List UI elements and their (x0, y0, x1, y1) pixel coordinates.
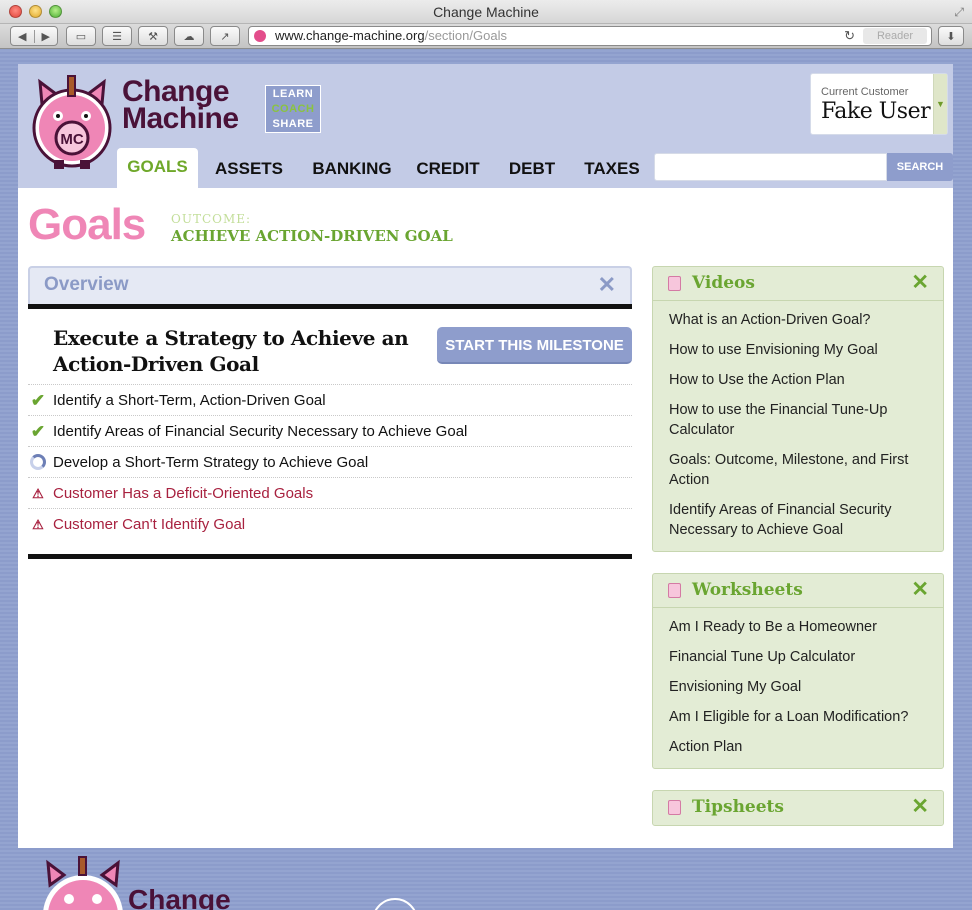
videos-panel: Videos ✕ What is an Action-Driven Goal? … (652, 266, 944, 552)
current-customer-name: Fake User (821, 99, 931, 124)
divider (28, 304, 632, 309)
list-item[interactable]: ✔ Identify Areas of Financial Security N… (28, 415, 632, 446)
tab-goals[interactable]: GOALS (117, 148, 198, 188)
tab-taxes[interactable]: TAXES (579, 148, 645, 188)
video-link[interactable]: How to use Envisioning My Goal (669, 335, 927, 365)
alert-icon: ⚠ (32, 517, 44, 532)
back-forward-buttons[interactable]: ◀ ▶ (10, 26, 58, 46)
milestone-steps: ✔ Identify a Short-Term, Action-Driven G… (28, 384, 632, 539)
tab-assets[interactable]: ASSETS (211, 148, 287, 188)
share-icon[interactable]: ↗ (210, 26, 240, 46)
tag-learn: LEARN (272, 88, 314, 100)
step-label: Identify Areas of Financial Security Nec… (53, 423, 468, 440)
tag-coach: COACH (271, 103, 315, 115)
footer-brand: Change (128, 884, 231, 910)
videos-panel-header: Videos ✕ (653, 267, 943, 301)
worksheet-link[interactable]: Am I Ready to Be a Homeowner (669, 612, 927, 642)
checkmark-icon: ✔ (30, 391, 46, 410)
tag-share: SHARE (272, 118, 314, 130)
close-icon[interactable]: ✕ (911, 577, 929, 602)
checkmark-icon: ✔ (30, 422, 46, 441)
footer-piggy-logo-icon[interactable] (38, 855, 128, 910)
fullscreen-icon[interactable]: ⤢ (954, 5, 964, 20)
list-item[interactable]: ✔ Identify a Short-Term, Action-Driven G… (28, 384, 632, 415)
cloud-icon[interactable]: ☁ (174, 26, 204, 46)
forward-arrow-icon[interactable]: ▶ (33, 29, 58, 43)
page-title: Goals (28, 200, 146, 249)
alert-icon: ⚠ (32, 486, 44, 501)
worksheet-link[interactable]: Action Plan (669, 732, 927, 762)
url-host: www.change-machine.org (275, 28, 425, 43)
close-icon[interactable]: ✕ (911, 794, 929, 819)
worksheets-panel-header: Worksheets ✕ (653, 574, 943, 608)
url-bar[interactable]: www.change-machine.org/section/Goals ↻ R… (248, 26, 932, 46)
wrench-icon[interactable]: ⚒ (138, 26, 168, 46)
tab-credit[interactable]: CREDIT (413, 148, 483, 188)
milestone-title: Execute a Strategy to Achieve an Action-… (53, 326, 409, 376)
search-input[interactable] (654, 153, 887, 181)
window-titlebar: Change Machine ⤢ (0, 0, 972, 24)
step-label: Identify a Short-Term, Action-Driven Goa… (53, 392, 326, 409)
outcome-value: ACHIEVE ACTION-DRIVEN GOAL (171, 227, 453, 245)
show-all-tabs-icon[interactable]: ▭ (66, 26, 96, 46)
url-path: /section/Goals (424, 28, 507, 43)
video-link[interactable]: How to Use the Action Plan (669, 365, 927, 395)
tipsheets-panel: Tipsheets ✕ (652, 790, 944, 826)
worksheets-panel: Worksheets ✕ Am I Ready to Be a Homeowne… (652, 573, 944, 769)
svg-text:MC: MC (60, 131, 83, 148)
list-item[interactable]: Develop a Short-Term Strategy to Achieve… (28, 446, 632, 477)
tipsheets-title: Tipsheets (692, 797, 784, 817)
video-link[interactable]: Goals: Outcome, Milestone, and First Act… (669, 445, 927, 495)
reader-button[interactable]: Reader (863, 28, 927, 44)
current-customer-selector[interactable]: Current Customer Fake User ▼ (810, 73, 948, 135)
in-progress-icon (30, 454, 46, 470)
video-link[interactable]: How to use the Financial Tune-Up Calcula… (669, 395, 927, 445)
worksheet-icon (668, 583, 681, 598)
start-milestone-button[interactable]: START THIS MILESTONE (437, 327, 632, 364)
brand-line-1: Change (122, 75, 230, 108)
current-customer-label: Current Customer (821, 86, 909, 98)
brand-line-2: Machine (122, 102, 239, 135)
close-icon[interactable]: ✕ (911, 270, 929, 295)
tab-banking[interactable]: BANKING (304, 148, 400, 188)
list-item[interactable]: ⚠ Customer Has a Deficit-Oriented Goals (28, 477, 632, 508)
close-icon[interactable]: ✕ (598, 272, 616, 298)
back-arrow-icon[interactable]: ◀ (11, 30, 34, 43)
video-link[interactable]: What is an Action-Driven Goal? (669, 305, 927, 335)
piggy-bank-logo-icon[interactable]: MC (28, 74, 116, 172)
video-icon (668, 276, 681, 291)
list-item[interactable]: ⚠ Customer Can't Identify Goal (28, 508, 632, 539)
downloads-icon[interactable]: ⬇ (938, 26, 964, 46)
worksheet-link[interactable]: Envisioning My Goal (669, 672, 927, 702)
step-label: Customer Has a Deficit-Oriented Goals (53, 485, 314, 502)
worksheets-title: Worksheets (692, 580, 803, 600)
search-button[interactable]: SEARCH (887, 153, 953, 181)
step-label: Develop a Short-Term Strategy to Achieve… (53, 454, 369, 471)
video-link[interactable]: Identify Areas of Financial Security Nec… (669, 495, 927, 545)
divider (28, 554, 632, 559)
tipsheets-panel-header: Tipsheets ✕ (653, 791, 943, 825)
step-label: Customer Can't Identify Goal (53, 516, 246, 533)
site-favicon-icon (254, 30, 266, 42)
chevron-down-icon[interactable]: ▼ (933, 74, 947, 134)
tab-debt[interactable]: DEBT (504, 148, 560, 188)
window-title: Change Machine (433, 4, 539, 20)
reload-icon[interactable]: ↻ (844, 27, 855, 45)
brand-wordmark[interactable]: Change Machine (122, 75, 262, 135)
overview-title: Overview (44, 274, 129, 295)
videos-title: Videos (692, 273, 755, 293)
worksheet-link[interactable]: Financial Tune Up Calculator (669, 642, 927, 672)
browser-toolbar: ◀ ▶ ▭ ☰ ⚒ ☁ ↗ www.change-machine.org/sec… (0, 24, 972, 49)
overview-header: Overview ✕ (28, 266, 632, 304)
learn-coach-share-badge: LEARN COACH SHARE (265, 85, 321, 133)
outcome-label: OUTCOME: (171, 212, 252, 226)
worksheet-link[interactable]: Am I Eligible for a Loan Modification? (669, 702, 927, 732)
rss-icon[interactable]: ☰ (102, 26, 132, 46)
tipsheet-icon (668, 800, 681, 815)
